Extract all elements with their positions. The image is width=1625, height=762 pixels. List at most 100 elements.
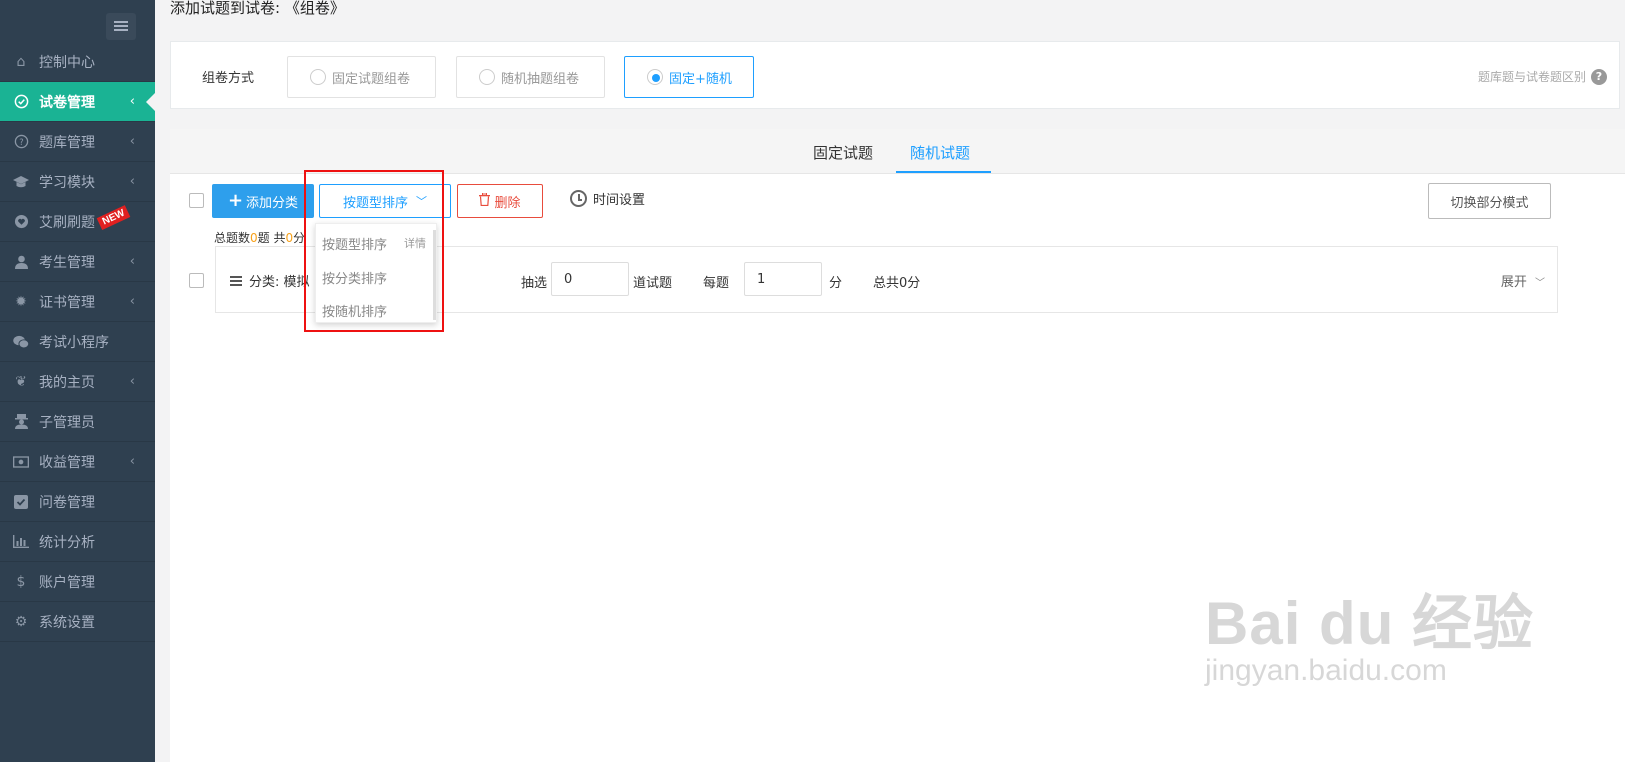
- question-circle-icon: ?: [13, 134, 29, 150]
- sidebar-item-label: 证书管理: [39, 294, 95, 311]
- check-circle-icon: [13, 94, 29, 110]
- sidebar-item-label: 我的主页: [39, 374, 95, 391]
- time-settings-label: 时间设置: [593, 193, 646, 208]
- highlight-annotation-box: [304, 170, 444, 332]
- money-icon: [13, 454, 29, 470]
- active-tab-indicator: [896, 171, 991, 173]
- sidebar-item-practice[interactable]: 艾刷刷题 NEW: [0, 202, 155, 242]
- sidebar-item-label: 控制中心: [39, 54, 95, 71]
- sidebar-item-label: 考生管理: [39, 254, 95, 271]
- delete-button[interactable]: 删除: [457, 184, 543, 218]
- sidebar-item-statistics[interactable]: 统计分析: [0, 522, 155, 562]
- per-question-label: 每题: [703, 276, 730, 291]
- chevron-left-icon: ‹: [129, 294, 135, 309]
- chevron-left-icon: ‹: [129, 254, 135, 269]
- sidebar-item-certificates[interactable]: ✹ 证书管理 ‹: [0, 282, 155, 322]
- radio-icon: [310, 69, 326, 85]
- sidebar-item-revenue[interactable]: 收益管理 ‹: [0, 442, 155, 482]
- difference-help-link[interactable]: 题库题与试卷题区别 ?: [1478, 68, 1607, 85]
- category-row-checkbox[interactable]: [189, 273, 204, 288]
- time-settings-button[interactable]: 时间设置: [570, 189, 645, 208]
- clock-icon: [570, 190, 587, 207]
- heart-icon: [13, 214, 29, 230]
- page-title: 添加试题到试卷: 《组卷》: [170, 0, 345, 17]
- sidebar-item-examinees[interactable]: 考生管理 ‹: [0, 242, 155, 282]
- certificate-icon: ✹: [15, 293, 27, 310]
- select-all-checkbox[interactable]: [189, 193, 204, 208]
- delete-label: 删除: [494, 195, 521, 211]
- chevron-left-icon: ‹: [129, 94, 135, 109]
- add-category-label: 添加分类: [246, 195, 299, 211]
- sidebar-toggle-button[interactable]: [106, 13, 136, 40]
- total-score: 0: [285, 231, 294, 245]
- sidebar-item-label: 系统设置: [39, 614, 95, 631]
- category-name: 分类: 模拟: [249, 275, 310, 290]
- tabs-bar: 固定试题 随机试题: [170, 129, 1625, 174]
- user-icon: [13, 254, 29, 270]
- sidebar-item-label: 学习模块: [39, 174, 95, 191]
- sidebar-item-sub-admins[interactable]: 子管理员: [0, 402, 155, 442]
- svg-text:?: ?: [19, 137, 23, 147]
- sidebar-item-question-bank[interactable]: ? 题库管理 ‹: [0, 122, 155, 162]
- expand-label: 展开: [1500, 275, 1527, 290]
- drag-handle-icon: [230, 274, 242, 288]
- sidebar-item-label: 统计分析: [39, 534, 95, 551]
- question-summary: 总题数0题 共0分: [214, 229, 305, 246]
- pick-count-input[interactable]: 0: [551, 262, 629, 296]
- home-icon: ⌂: [16, 53, 26, 70]
- sidebar-item-label: 子管理员: [39, 414, 95, 431]
- sidebar-item-label: 题库管理: [39, 134, 95, 151]
- plus-icon: +: [227, 190, 244, 211]
- sidebar-item-mini-program[interactable]: 考试小程序: [0, 322, 155, 362]
- sidebar-item-learning[interactable]: 学习模块 ‹: [0, 162, 155, 202]
- trash-icon: [479, 192, 491, 210]
- sidebar-item-label: 考试小程序: [39, 334, 109, 351]
- baidu-jingyan-watermark: Bai du 经验 jingyan.baidu.com: [1205, 575, 1534, 688]
- mode-option-label: 固定+随机: [669, 71, 732, 87]
- switch-mode-button[interactable]: 切换部分模式: [1428, 183, 1551, 219]
- sidebar-item-surveys[interactable]: 问卷管理: [0, 482, 155, 522]
- mode-option-fixed[interactable]: 固定试题组卷: [287, 56, 436, 98]
- sidebar-item-label: 艾刷刷题: [39, 214, 95, 231]
- pick-label: 抽选: [521, 276, 548, 291]
- sidebar-item-settings[interactable]: ⚙ 系统设置: [0, 602, 155, 642]
- difference-help-label: 题库题与试卷题区别: [1477, 70, 1586, 84]
- watermark-main: Bai du 经验: [1205, 590, 1535, 657]
- user-secret-icon: [13, 414, 29, 430]
- compose-mode-panel: 组卷方式 固定试题组卷 随机抽题组卷 固定+随机 题库题与试卷题区别 ?: [170, 41, 1620, 109]
- sidebar: ⌂ 控制中心 试卷管理 ‹ ? 题库管理 ‹ 学习模块 ‹ 艾刷刷题 NEW 考…: [0, 0, 156, 762]
- graduation-cap-icon: [13, 174, 29, 190]
- sidebar-item-dashboard[interactable]: ⌂ 控制中心: [0, 42, 155, 82]
- mode-option-random[interactable]: 随机抽题组卷: [456, 56, 605, 98]
- sidebar-item-homepage[interactable]: ❦ 我的主页 ‹: [0, 362, 155, 402]
- chevron-left-icon: ‹: [129, 174, 135, 189]
- sidebar-item-exam-papers[interactable]: 试卷管理 ‹: [0, 82, 156, 122]
- expand-toggle[interactable]: 展开 ﹀: [1501, 271, 1545, 290]
- sidebar-item-label: 收益管理: [39, 454, 95, 471]
- tab-random-questions[interactable]: 随机试题: [910, 142, 970, 163]
- wechat-icon: [13, 334, 29, 350]
- radio-icon: [479, 69, 495, 85]
- sidebar-item-label: 问卷管理: [39, 494, 95, 511]
- gear-icon: ⚙: [14, 613, 28, 630]
- sidebar-item-account[interactable]: $ 账户管理: [0, 562, 155, 602]
- category-total-score: 总共0分: [873, 276, 921, 291]
- chevron-left-icon: ‹: [129, 134, 135, 149]
- chevron-down-icon: ﹀: [1535, 278, 1545, 289]
- bar-chart-icon: [13, 534, 29, 550]
- category-label[interactable]: 分类: 模拟: [230, 271, 310, 290]
- score-unit: 分: [829, 276, 843, 291]
- new-badge: NEW: [96, 204, 131, 231]
- chevron-left-icon: ‹: [129, 454, 135, 469]
- pagelines-icon: ❦: [15, 373, 27, 390]
- check-square-icon: [13, 494, 29, 510]
- per-question-score-input[interactable]: 1: [744, 262, 822, 296]
- total-question-count: 0: [250, 231, 258, 245]
- add-category-button[interactable]: + 添加分类: [212, 184, 314, 218]
- mode-option-fixed-plus-random[interactable]: 固定+随机: [624, 56, 754, 98]
- radio-selected-icon: [647, 69, 663, 85]
- question-circle-icon: ?: [1591, 68, 1607, 85]
- mode-option-label: 固定试题组卷: [332, 71, 411, 87]
- tab-fixed-questions[interactable]: 固定试题: [813, 142, 873, 163]
- summary-mid: 题 共: [257, 231, 286, 245]
